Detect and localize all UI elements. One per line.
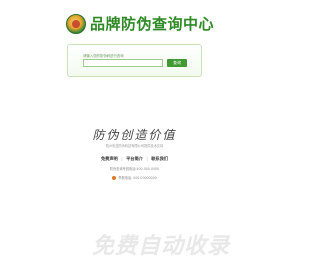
hotline-text: 防伪查询专线电话:400-000-0000 <box>109 167 160 171</box>
link-separator: | <box>121 156 123 161</box>
report-line: 举报电话: 000-00000000 <box>0 175 269 180</box>
report-dot-icon <box>112 176 117 180</box>
search-panel: 请输入您的防伪码进行查询 查询 <box>67 44 202 77</box>
report-text: 举报电话: 000-00000000 <box>118 176 157 180</box>
footer-links: 免费声明 | 平台简介 | 联系我们 <box>0 156 269 162</box>
header-logo: 品牌防伪查询中心 <box>66 13 214 34</box>
link-contact-us[interactable]: 联系我们 <box>151 156 168 161</box>
watermark-text: 免费自动收录 <box>92 234 231 259</box>
slogan-subtitle: 杭州彩盒防伪科技有限公司提供技术支持 <box>105 144 164 148</box>
anti-counterfeit-code-input[interactable] <box>83 59 163 67</box>
link-separator: | <box>146 156 148 161</box>
link-disclaimer[interactable]: 免费声明 <box>101 156 118 161</box>
site-title: 品牌防伪查询中心 <box>90 15 215 33</box>
brand-seal-icon <box>66 13 86 34</box>
slogan-title: 防伪创造价值 <box>92 128 177 142</box>
link-platform-intro[interactable]: 平台简介 <box>126 156 143 161</box>
query-button[interactable]: 查询 <box>167 59 187 67</box>
search-hint: 请输入您的防伪码进行查询 <box>83 54 124 58</box>
